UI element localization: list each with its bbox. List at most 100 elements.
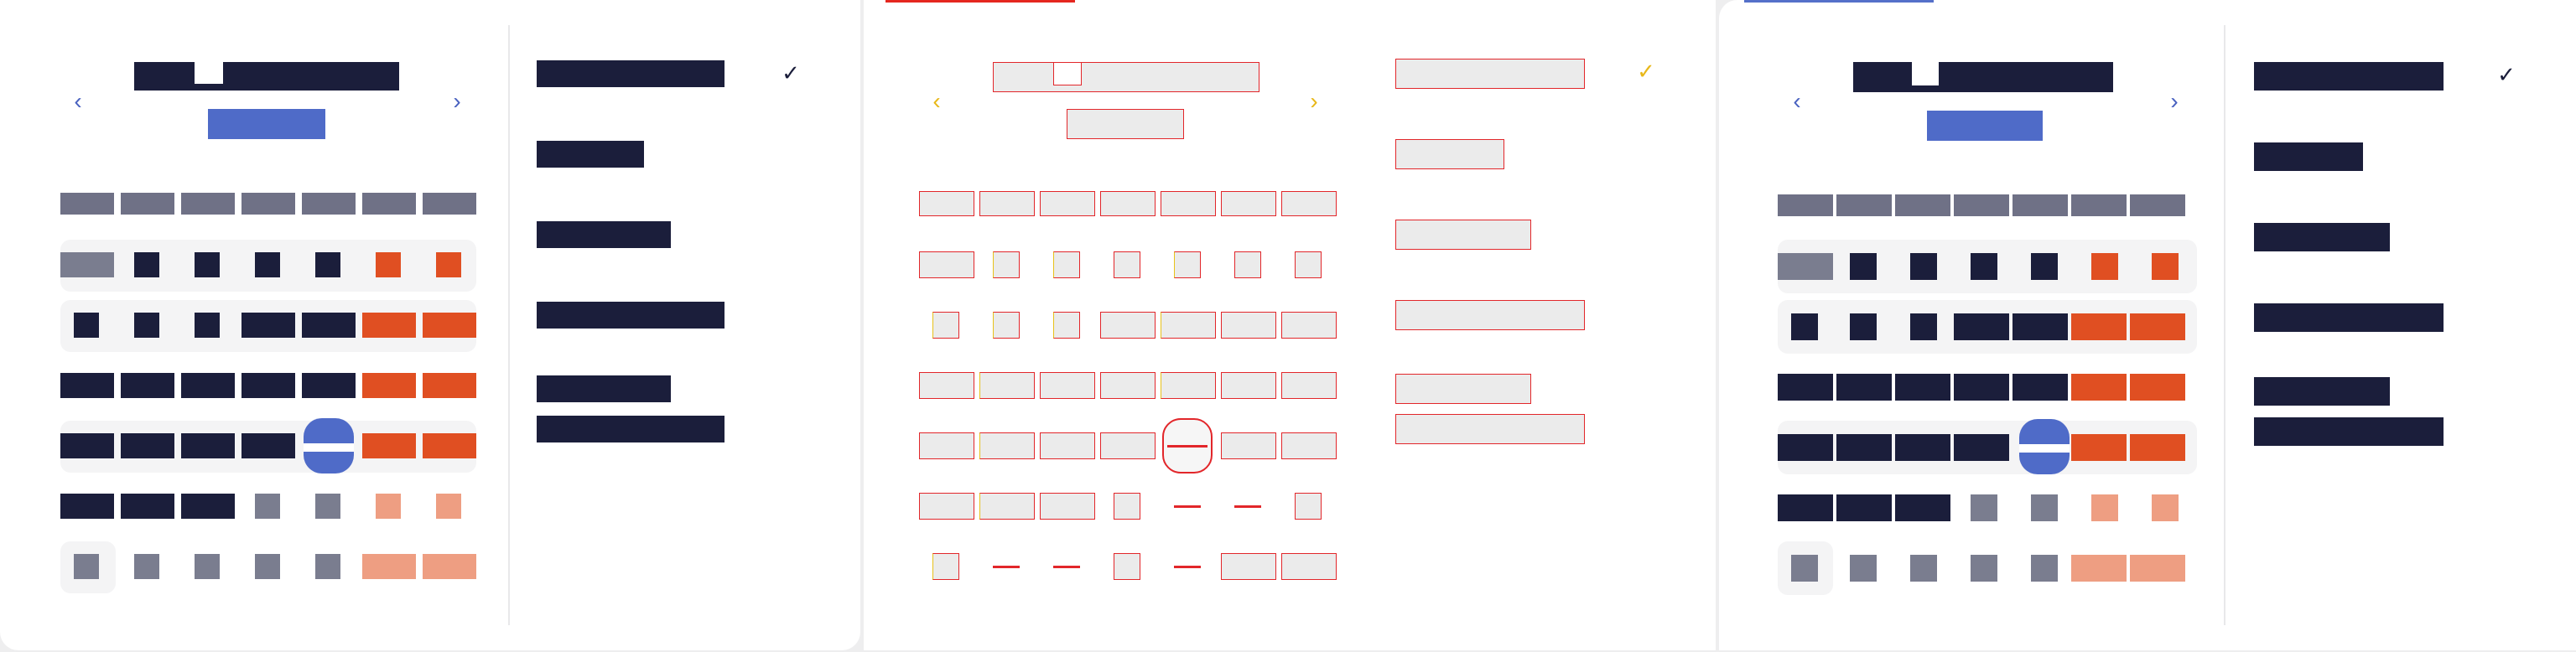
day-cell[interactable] [60,252,114,277]
day-cell[interactable] [376,252,401,277]
day-cell[interactable] [1295,251,1322,278]
option-item[interactable] [537,141,644,168]
option-item[interactable] [1395,139,1504,169]
day-cell[interactable] [2012,374,2068,401]
day-cell[interactable] [932,553,959,580]
day-cell[interactable] [1895,434,1950,461]
day-cell[interactable] [1910,253,1937,280]
day-cell[interactable] [2031,494,2058,521]
day-cell[interactable] [2031,253,2058,280]
option-item[interactable] [1395,374,1531,404]
day-cell[interactable] [195,554,220,579]
day-cell[interactable] [2091,494,2118,521]
day-cell[interactable] [993,566,1020,568]
option-item[interactable] [537,221,671,248]
day-cell[interactable] [362,313,416,338]
day-cell[interactable] [1100,312,1156,339]
chevron-left-icon[interactable]: ‹ [924,87,949,116]
day-cell[interactable] [1836,434,1892,461]
option-item[interactable] [2254,223,2390,251]
day-cell[interactable] [74,554,99,579]
day-cell[interactable] [2130,555,2185,582]
option-item[interactable] [2254,303,2444,332]
day-cell[interactable] [1234,505,1261,508]
day-cell[interactable] [255,252,280,277]
day-cell[interactable] [423,373,476,398]
day-cell[interactable] [255,494,280,519]
day-cell[interactable] [436,494,461,519]
day-cell[interactable] [60,433,114,458]
day-cell[interactable] [376,494,401,519]
day-cell[interactable] [1836,494,1892,521]
day-cell[interactable] [436,252,461,277]
day-cell[interactable] [1281,553,1337,580]
day-cell[interactable] [919,432,974,459]
day-cell[interactable] [315,494,340,519]
day-cell[interactable] [2130,313,2185,340]
chevron-left-icon[interactable]: ‹ [1784,87,1810,116]
option-item[interactable] [1395,220,1531,250]
day-cell[interactable] [932,312,959,339]
day-cell[interactable] [1954,313,2009,340]
day-cell[interactable] [1174,505,1201,508]
option-item-continued[interactable] [1395,414,1585,444]
day-cell[interactable] [1895,374,1950,401]
day-cell[interactable] [195,313,220,338]
day-cell[interactable] [1971,555,1997,582]
day-cell[interactable] [1295,493,1322,520]
day-cell[interactable] [1221,312,1276,339]
day-cell[interactable] [1040,493,1095,520]
today-button[interactable] [1927,111,2043,141]
day-cell[interactable] [1174,566,1201,568]
day-cell[interactable] [1910,555,1937,582]
day-cell[interactable] [2152,494,2179,521]
day-cell[interactable] [181,373,235,398]
day-cell[interactable] [1161,312,1216,339]
option-item[interactable] [537,60,724,87]
day-cell[interactable] [181,494,235,519]
day-cell[interactable] [1221,432,1276,459]
day-cell[interactable] [1174,251,1201,278]
day-cell[interactable] [1281,372,1337,399]
day-cell[interactable] [1114,553,1140,580]
day-cell[interactable] [2130,374,2185,401]
day-cell[interactable] [134,313,159,338]
day-cell[interactable] [423,554,476,579]
day-cell[interactable] [1221,372,1276,399]
option-item[interactable] [2254,377,2390,406]
today-button[interactable] [1067,109,1184,139]
day-cell[interactable] [302,313,356,338]
day-cell[interactable] [242,373,295,398]
day-cell[interactable] [242,313,295,338]
day-cell[interactable] [1850,253,1877,280]
day-cell[interactable] [1850,313,1877,340]
day-cell[interactable] [1895,494,1950,521]
day-cell[interactable] [1954,434,2009,461]
day-cell[interactable] [2031,555,2058,582]
day-cell[interactable] [993,312,1020,339]
day-cell[interactable] [1971,494,1997,521]
day-cell[interactable] [2071,434,2127,461]
day-cell[interactable] [1100,432,1156,459]
day-cell[interactable] [1114,251,1140,278]
day-cell[interactable] [979,372,1035,399]
day-cell[interactable] [423,313,476,338]
day-cell[interactable] [362,554,416,579]
option-item[interactable] [1395,59,1585,89]
day-cell[interactable] [1221,553,1276,580]
day-cell[interactable] [1850,555,1877,582]
day-cell[interactable] [315,252,340,277]
day-cell[interactable] [121,494,174,519]
day-cell[interactable] [121,373,174,398]
day-cell[interactable] [1053,251,1080,278]
day-cell[interactable] [2152,253,2179,280]
day-cell[interactable] [2091,253,2118,280]
day-cell[interactable] [1053,566,1080,568]
day-cell[interactable] [2130,434,2185,461]
option-item-continued[interactable] [537,416,724,442]
option-item-continued[interactable] [2254,417,2444,446]
day-cell[interactable] [1114,493,1140,520]
option-item[interactable] [537,375,671,402]
day-cell[interactable] [919,251,974,278]
day-cell[interactable] [242,433,295,458]
